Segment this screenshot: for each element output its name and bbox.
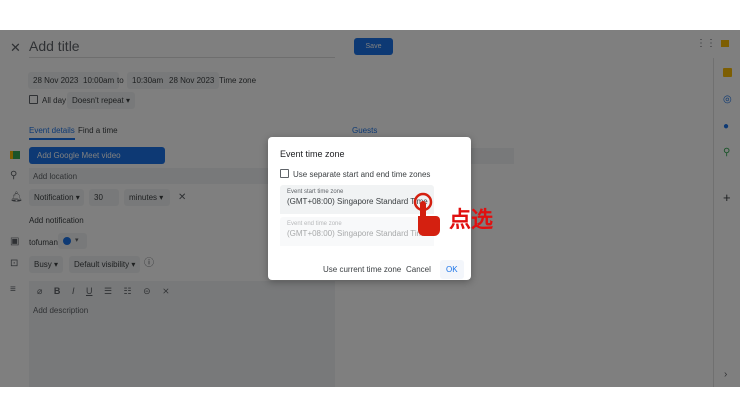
use-current-time-zone-button[interactable]: Use current time zone xyxy=(323,265,401,274)
end-zone-value: (GMT+08:00) Singapore Standard Time xyxy=(287,229,428,238)
annotation-label: 点选 xyxy=(449,208,494,233)
start-zone-label: Event start time zone xyxy=(287,189,344,195)
calendar-event-editor: ✕ Add title Save 28 Nov 2023 10:00am to … xyxy=(0,30,740,387)
separate-zones-checkbox[interactable] xyxy=(280,169,289,178)
separate-zones-label: Use separate start and end time zones xyxy=(293,170,431,179)
ok-button[interactable]: OK xyxy=(440,260,464,279)
pointer-hand-icon xyxy=(412,192,446,238)
end-zone-label: Event end time zone xyxy=(287,221,342,227)
start-zone-value: (GMT+08:00) Singapore Standard Time xyxy=(287,197,428,206)
start-time-zone-field[interactable]: Event start time zone (GMT+08:00) Singap… xyxy=(280,185,434,214)
cancel-button[interactable]: Cancel xyxy=(406,265,431,274)
end-time-zone-field: Event end time zone (GMT+08:00) Singapor… xyxy=(280,217,434,246)
dialog-title: Event time zone xyxy=(280,149,345,159)
